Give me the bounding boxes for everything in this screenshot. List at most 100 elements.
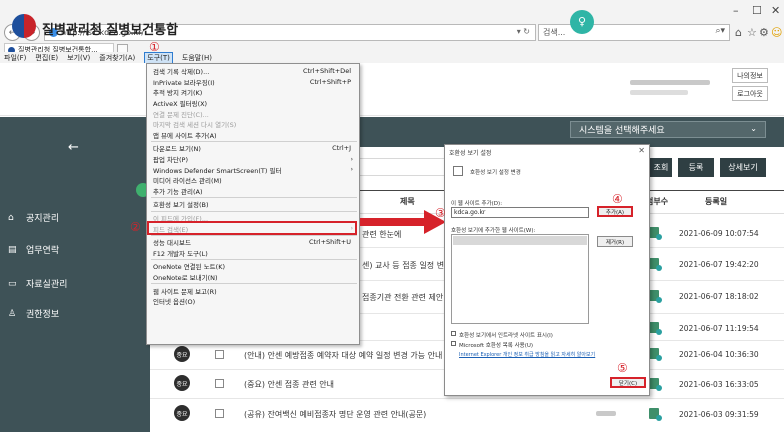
- system-select[interactable]: 시스템을 선택해주세요 ⌄: [570, 121, 766, 138]
- settings-gear-icon[interactable]: ⚙: [759, 26, 769, 39]
- tools-menu-item[interactable]: 앱 뷰에 사이트 추가(A): [147, 130, 361, 141]
- maximize-icon[interactable]: ☐: [752, 4, 762, 17]
- my-info-button[interactable]: 나의정보: [732, 68, 768, 83]
- close-window-icon[interactable]: ✕: [771, 4, 780, 17]
- intranet-checkbox-label: 호환성 보기에서 인트라넷 사이트 표시(I): [459, 333, 553, 339]
- file-attach-icon: [649, 227, 662, 240]
- favorites-icon[interactable]: ☆: [747, 26, 757, 39]
- tools-menu-item[interactable]: 미디어 라이선스 관리(M): [147, 175, 361, 186]
- detail-button[interactable]: 상세보기: [720, 158, 766, 177]
- search-box[interactable]: 검색... ⌕▾: [538, 24, 730, 41]
- privacy-link[interactable]: Internet Explorer 개인 정보 취급 방침을 읽고 자세히 알아…: [459, 351, 595, 358]
- menu-item-shortcut: Ctrl+Shift+Del: [302, 67, 351, 76]
- tools-menu-item: 연결 문제 진단(C)...: [147, 108, 361, 119]
- collapse-arrow-icon[interactable]: ←: [68, 140, 79, 155]
- row-checkbox[interactable]: [215, 350, 224, 359]
- tools-menu-item[interactable]: 검색 기록 삭제(D)... Ctrl+Shift+Del: [147, 66, 361, 77]
- row-divider: [150, 398, 784, 399]
- sidebar-item-work[interactable]: ▤ 업무연락: [8, 243, 59, 257]
- menu-favorites[interactable]: 즐겨찾기(A): [99, 53, 135, 63]
- file-attach-icon: [649, 322, 662, 335]
- selected-site-blurred[interactable]: [453, 236, 587, 245]
- compat-page-icon: [453, 166, 463, 176]
- menu-view[interactable]: 보기(V): [67, 53, 90, 63]
- tools-menu-item[interactable]: 웹 사이트 문제 보고(R): [147, 285, 361, 296]
- sidebar: [0, 117, 150, 432]
- sidebar-item-permission[interactable]: ♙ 권한정보: [8, 307, 59, 321]
- tools-menu-item[interactable]: F12 개발자 도구(L): [147, 248, 361, 259]
- tools-menu-item[interactable]: 성능 대시보드 Ctrl+Shift+U: [147, 237, 361, 248]
- menu-item-label: 인터넷 옵션(O): [153, 298, 196, 307]
- table-row-title[interactable]: 접종기관 전환 관련 제안내: [362, 292, 451, 303]
- annotation-4: ④: [612, 192, 623, 206]
- row-checkbox[interactable]: [215, 409, 224, 418]
- row-checkbox[interactable]: [215, 379, 224, 388]
- menu-item-shortcut: Ctrl+Shift+P: [309, 77, 351, 86]
- dialog-title: 호환성 보기 설정: [449, 150, 492, 157]
- sidebar-item-notice[interactable]: ⌂ 공지관리: [8, 211, 60, 225]
- file-attach-icon: [649, 348, 662, 361]
- menu-help[interactable]: 도움말(H): [182, 53, 212, 63]
- search-button[interactable]: 조회: [650, 158, 672, 177]
- file-attach-icon: [649, 290, 662, 303]
- menu-item-label: Windows Defender SmartScreen(T) 필터: [153, 166, 282, 175]
- search-icon[interactable]: ⌕▾: [715, 26, 725, 36]
- important-badge: 중요: [174, 375, 190, 391]
- add-button[interactable]: 추가(A): [597, 206, 633, 217]
- row-date: 2021-06-04 10:36:30: [679, 350, 759, 359]
- home-icon[interactable]: ⌂: [735, 26, 742, 39]
- smiley-icon[interactable]: ☺: [771, 26, 782, 39]
- table-row-title[interactable]: (안내) 안센 예방접종 예약자 대상 예약 일정 변경 가능 안내: [244, 350, 442, 361]
- menu-separator: [151, 283, 357, 285]
- register-button[interactable]: 등록: [678, 158, 714, 177]
- ms-list-checkbox[interactable]: [451, 341, 456, 346]
- dialog-close-button[interactable]: 닫기(C): [610, 377, 646, 388]
- table-row-title[interactable]: (중요) 안센 접종 관련 안내: [244, 379, 334, 390]
- tools-menu-item[interactable]: ActiveX 필터링(X): [147, 98, 361, 109]
- tools-menu-item[interactable]: InPrivate 브라우징(I) Ctrl+Shift+P: [147, 77, 361, 88]
- menu-item-shortcut: Ctrl+Shift+U: [309, 238, 351, 247]
- row-date: 2021-06-07 19:42:20: [679, 260, 759, 269]
- dialog-close-icon[interactable]: ✕: [638, 146, 645, 155]
- tools-menu-item[interactable]: 추적 방지 켜기(K): [147, 87, 361, 98]
- add-site-input[interactable]: kdca.go.kr: [451, 207, 589, 218]
- menu-edit[interactable]: 편집(E): [35, 53, 58, 63]
- important-badge: 중요: [174, 346, 190, 362]
- tools-menu-item[interactable]: 추가 기능 관리(A): [147, 186, 361, 197]
- tools-menu-item[interactable]: 인터넷 옵션(O): [147, 296, 361, 307]
- kdca-logo-icon: [12, 14, 36, 38]
- site-list[interactable]: [451, 234, 589, 324]
- remove-button[interactable]: 제거(R): [597, 236, 633, 247]
- menu-file[interactable]: 파일(F): [4, 53, 26, 63]
- col-title: 제목: [400, 197, 415, 206]
- compat-view-highlight: [147, 221, 357, 235]
- author-blurred: [596, 411, 616, 416]
- tools-menu-item[interactable]: Windows Defender SmartScreen(T) 필터 ›: [147, 164, 361, 175]
- menu-item-label: 마지막 검색 세션 다시 열기(S): [153, 121, 237, 130]
- menu-item-label: OneNote 연결된 노트(K): [153, 263, 225, 272]
- refresh-icon[interactable]: ▾ ↻: [517, 27, 530, 36]
- minimize-icon[interactable]: –: [733, 4, 739, 17]
- col-date: 등록일: [705, 197, 728, 206]
- tools-menu-item[interactable]: OneNote로 보내기(N): [147, 272, 361, 283]
- submenu-arrow-icon: ›: [350, 166, 353, 174]
- tools-menu-item[interactable]: 팝업 차단(P) ›: [147, 154, 361, 165]
- folder-icon: ▭: [8, 278, 17, 289]
- user-avatar-icon: ♀: [570, 10, 594, 34]
- intranet-checkbox[interactable]: [451, 331, 456, 336]
- logout-button[interactable]: 로그아웃: [732, 86, 768, 101]
- sidebar-item-archive[interactable]: ▭ 자료실관리: [8, 277, 67, 291]
- row-date: 2021-06-03 16:33:05: [679, 380, 759, 389]
- tools-menu-item[interactable]: OneNote 연결된 노트(K): [147, 261, 361, 272]
- tools-menu-item[interactable]: 다운로드 보기(N) Ctrl+J: [147, 143, 361, 154]
- home-outline-icon: ⌂: [8, 212, 14, 223]
- menu-item-label: OneNote로 보내기(N): [153, 274, 218, 283]
- tools-menu-item[interactable]: 호환성 보기 설정(B): [147, 199, 361, 210]
- add-site-label: 이 웹 사이트 추가(D):: [451, 201, 503, 207]
- table-row-title[interactable]: 센) 교사 등 접종 일정 변경: [362, 260, 451, 271]
- table-row-title[interactable]: (공유) 잔여백신 예비접종자 명단 운영 관련 안내(공문): [244, 409, 426, 420]
- row-date: 2021-06-07 18:18:02: [679, 292, 759, 301]
- sidebar-item-label: 공지관리: [26, 214, 60, 224]
- site-list-label: 호환성 보기에 추가한 웹 사이트(W):: [451, 228, 536, 234]
- tools-menu: 검색 기록 삭제(D)... Ctrl+Shift+Del InPrivate 브라…: [146, 63, 360, 345]
